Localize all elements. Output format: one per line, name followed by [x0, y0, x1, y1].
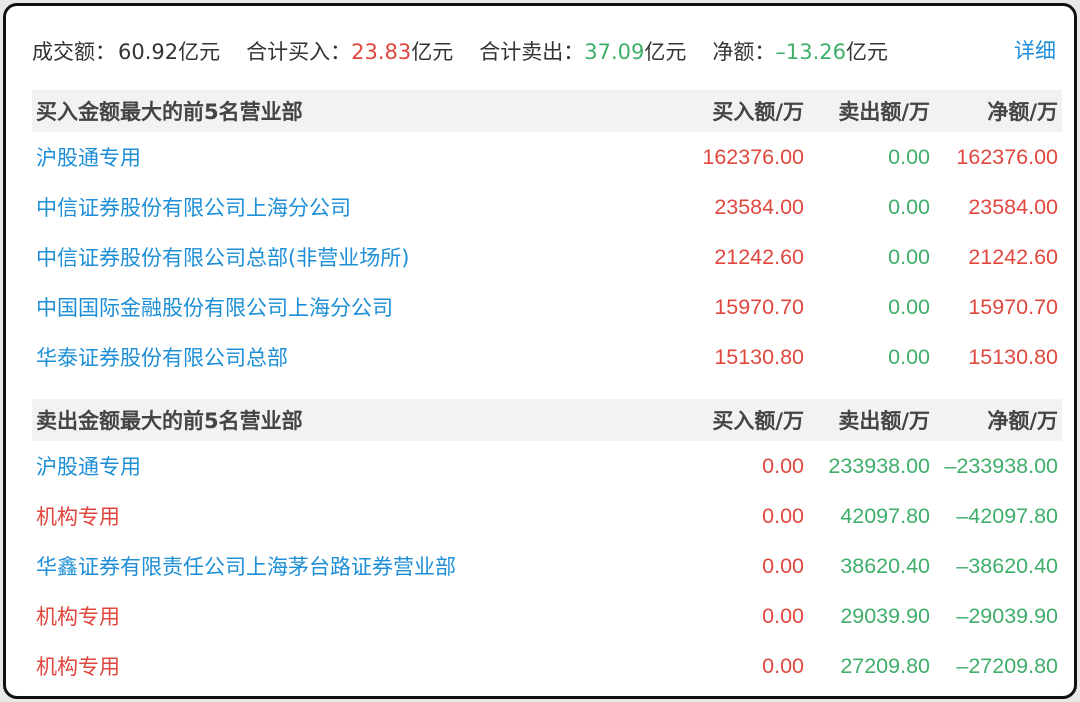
total-sell-unit: 亿元 — [644, 40, 687, 64]
col-header-sell: 卖出额/万 — [838, 409, 930, 433]
sell-amount: 0.00 — [888, 144, 930, 169]
table-row: 机构专用 0.00 42097.80 –42097.80 — [32, 491, 1062, 541]
summary-bar: 成交额： 60.92亿元 合计买入： 23.83 亿元 合计卖出： 37.09 … — [32, 32, 1056, 70]
net-label: 净额： — [712, 40, 776, 64]
table-row: 中信证券股份有限公司上海分公司 23584.00 0.00 23584.00 — [32, 182, 1062, 232]
net-amount: –233938.00 — [944, 453, 1058, 478]
buy-amount: 0.00 — [762, 553, 804, 578]
branch-name-link[interactable]: 沪股通专用 — [32, 451, 684, 481]
col-header-buy: 买入额/万 — [712, 100, 804, 124]
net-amount: –29039.90 — [956, 603, 1058, 628]
sell-amount: 27209.80 — [840, 653, 930, 678]
buy-amount: 0.00 — [762, 503, 804, 528]
table-row: 中信证券股份有限公司总部(非营业场所) 21242.60 0.00 21242.60 — [32, 232, 1062, 282]
sell-amount: 0.00 — [888, 244, 930, 269]
net-amount: 21242.60 — [968, 244, 1058, 269]
total-buy-unit: 亿元 — [411, 40, 454, 64]
buy-amount: 23584.00 — [714, 194, 804, 219]
buy-rows: 沪股通专用 162376.00 0.00 162376.00 中信证券股份有限公司上海分… — [32, 132, 1062, 382]
net-amount: 15130.80 — [968, 344, 1058, 369]
table-row: 华鑫证券有限责任公司上海茅台路证券营业部 0.00 38620.40 –38620.4… — [32, 541, 1062, 591]
total-buy-value: 23.83 — [351, 40, 412, 64]
branch-name-link[interactable]: 机构专用 — [32, 501, 684, 531]
buy-amount: 15970.70 — [714, 294, 804, 319]
table-row: 沪股通专用 0.00 233938.00 –233938.00 — [32, 441, 1062, 491]
net-summary: 净额： –13.26 亿元 — [712, 36, 888, 66]
buy-amount: 0.00 — [762, 603, 804, 628]
col-header-sell: 卖出额/万 — [838, 100, 930, 124]
buy-amount: 162376.00 — [702, 144, 804, 169]
branch-name-link[interactable]: 中信证券股份有限公司总部(非营业场所) — [32, 242, 684, 272]
buy-section-header: 买入金额最大的前5名营业部 买入额/万 卖出额/万 净额/万 — [32, 90, 1062, 132]
branch-name-link[interactable]: 沪股通专用 — [32, 142, 684, 172]
turnover-label: 成交额： — [32, 40, 116, 64]
sell-amount: 233938.00 — [828, 453, 930, 478]
total-buy-summary: 合计买入： 23.83 亿元 — [246, 36, 453, 66]
col-header-net: 净额/万 — [987, 409, 1058, 433]
table-row: 中国国际金融股份有限公司上海分公司 15970.70 0.00 15970.70 — [32, 282, 1062, 332]
table-row: 机构专用 0.00 29039.90 –29039.90 — [32, 591, 1062, 641]
table-row: 华泰证券股份有限公司总部 15130.80 0.00 15130.80 — [32, 332, 1062, 382]
detail-link[interactable]: 详细 — [1014, 32, 1056, 70]
branch-name-link[interactable]: 中国国际金融股份有限公司上海分公司 — [32, 292, 684, 322]
branch-name-link[interactable]: 机构专用 — [32, 601, 684, 631]
table-row: 沪股通专用 162376.00 0.00 162376.00 — [32, 132, 1062, 182]
total-sell-label: 合计卖出： — [479, 40, 585, 64]
sell-top5-section: 卖出金额最大的前5名营业部 买入额/万 卖出额/万 净额/万 沪股通专用 0.00… — [32, 399, 1062, 691]
buy-amount: 0.00 — [762, 453, 804, 478]
net-amount: –27209.80 — [956, 653, 1058, 678]
sell-amount: 42097.80 — [840, 503, 930, 528]
net-amount: –42097.80 — [956, 503, 1058, 528]
total-sell-value: 37.09 — [584, 40, 645, 64]
sell-amount: 0.00 — [888, 294, 930, 319]
table-row: 机构专用 0.00 27209.80 –27209.80 — [32, 641, 1062, 691]
buy-top5-section: 买入金额最大的前5名营业部 买入额/万 卖出额/万 净额/万 沪股通专用 1623… — [32, 90, 1062, 382]
branch-name-link[interactable]: 中信证券股份有限公司上海分公司 — [32, 192, 684, 222]
sell-rows: 沪股通专用 0.00 233938.00 –233938.00 机构专用 0.00 4209… — [32, 441, 1062, 691]
turnover-summary: 成交额： 60.92亿元 — [32, 36, 220, 66]
total-buy-label: 合计买入： — [246, 40, 352, 64]
sell-amount: 29039.90 — [840, 603, 930, 628]
sell-amount: 0.00 — [888, 344, 930, 369]
buy-amount: 15130.80 — [714, 344, 804, 369]
sell-section-header: 卖出金额最大的前5名营业部 买入额/万 卖出额/万 净额/万 — [32, 399, 1062, 441]
net-amount: –38620.40 — [956, 553, 1058, 578]
total-sell-summary: 合计卖出： 37.09 亿元 — [479, 36, 686, 66]
net-amount: 23584.00 — [968, 194, 1058, 219]
dragon-tiger-panel: 成交额： 60.92亿元 合计买入： 23.83 亿元 合计卖出： 37.09 … — [3, 3, 1077, 699]
buy-amount: 21242.60 — [714, 244, 804, 269]
net-unit: 亿元 — [846, 40, 888, 64]
branch-name-link[interactable]: 华鑫证券有限责任公司上海茅台路证券营业部 — [32, 551, 684, 581]
sell-amount: 0.00 — [888, 194, 930, 219]
branch-name-link[interactable]: 机构专用 — [32, 651, 684, 681]
col-header-buy: 买入额/万 — [712, 409, 804, 433]
buy-section-title: 买入金额最大的前5名营业部 — [36, 100, 303, 124]
turnover-value: 60.92亿元 — [118, 40, 221, 64]
buy-amount: 0.00 — [762, 653, 804, 678]
net-amount: 162376.00 — [956, 144, 1058, 169]
col-header-net: 净额/万 — [987, 100, 1058, 124]
branch-name-link[interactable]: 华泰证券股份有限公司总部 — [32, 342, 684, 372]
sell-section-title: 卖出金额最大的前5名营业部 — [36, 409, 303, 433]
net-amount: 15970.70 — [968, 294, 1058, 319]
net-value: –13.26 — [775, 40, 846, 64]
sell-amount: 38620.40 — [840, 553, 930, 578]
